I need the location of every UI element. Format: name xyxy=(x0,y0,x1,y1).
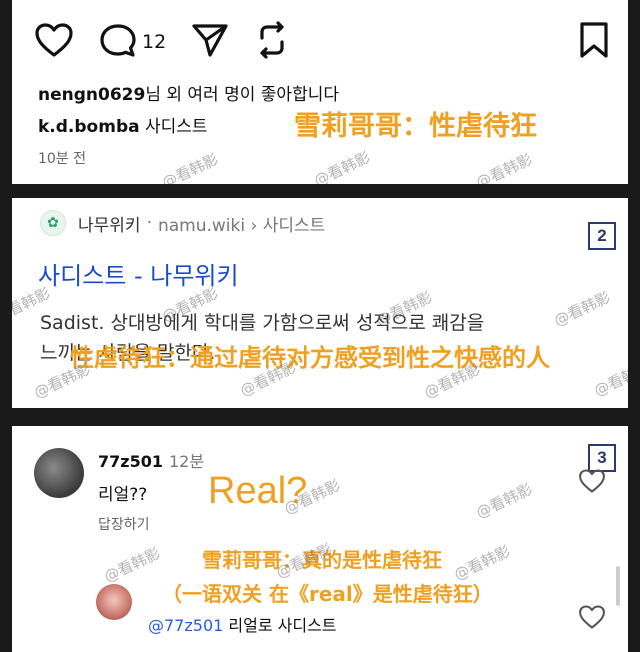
avatar[interactable] xyxy=(34,448,84,498)
heart-icon[interactable] xyxy=(578,604,606,630)
site-url: namu.wiki › 사디스트 xyxy=(157,215,326,236)
reply-comment-text: 리얼로 사디스트 xyxy=(223,616,337,635)
scrollbar[interactable] xyxy=(616,566,620,606)
avatar[interactable] xyxy=(96,584,132,620)
comment-count: 12 xyxy=(142,31,167,53)
heart-icon[interactable] xyxy=(578,468,606,494)
result-site: ✿ 나무위키 · namu.wiki › 사디스트 xyxy=(40,210,325,236)
panel-number-badge: 2 xyxy=(588,222,616,250)
reply-link[interactable]: 답장하기 xyxy=(98,514,150,534)
overlay-caption-4: （一语双关 在《real》是性虐待狂） xyxy=(162,582,493,606)
caption-line: k.d.bomba 사디스트 xyxy=(38,112,208,137)
repost-icon[interactable] xyxy=(252,20,292,60)
send-icon[interactable] xyxy=(190,22,230,58)
comments-panel: 3 77z501 12분 리얼?? 답장하기 Real? 雪莉哥哥：真的是性虐待狂… xyxy=(12,426,628,652)
post-time: 10분 전 xyxy=(38,151,87,167)
bookmark-icon[interactable] xyxy=(578,20,610,60)
namu-logo-icon: ✿ xyxy=(40,210,66,236)
search-result-panel: 2 ✿ 나무위키 · namu.wiki › 사디스트 사디스트 - 나무위키 … xyxy=(12,198,628,408)
comment-text: 리얼?? xyxy=(98,485,148,505)
heart-icon[interactable] xyxy=(34,22,74,58)
watermark: @看韩影 xyxy=(473,150,536,184)
site-name: 나무위키 xyxy=(78,215,141,236)
comment-time: 12분 xyxy=(168,452,205,471)
overlay-caption-1: 雪莉哥哥：性虐待狂 xyxy=(294,111,537,142)
snippet-line: Sadist. 상대방에게 학대를 가함으로써 성적으로 쾌감을 xyxy=(40,312,485,334)
username[interactable]: 77z501 xyxy=(98,452,163,471)
likes-username[interactable]: nengn0629 xyxy=(38,85,145,105)
comment-icon[interactable] xyxy=(98,22,138,60)
reply-comment: @77z501 리얼로 사디스트 xyxy=(148,612,337,636)
mention-link[interactable]: @77z501 xyxy=(148,616,223,635)
watermark: @看韩影 xyxy=(473,480,536,522)
caption-text: 사디스트 xyxy=(145,117,208,137)
likes-line: nengn0629님 외 여러 명이 좋아합니다 xyxy=(38,80,339,105)
watermark: @看韩影 xyxy=(311,148,374,184)
watermark: @看韩影 xyxy=(101,544,164,586)
likes-text: 님 외 여러 명이 좋아합니다 xyxy=(145,85,339,105)
caption-username[interactable]: k.d.bomba xyxy=(38,117,140,137)
comment-username[interactable]: 77z501 12분 xyxy=(98,448,204,472)
post-panel: 12 nengn0629님 외 여러 명이 좋아합니다 k.d.bomba 사디… xyxy=(12,0,628,184)
watermark: @看韩影 xyxy=(159,150,222,184)
